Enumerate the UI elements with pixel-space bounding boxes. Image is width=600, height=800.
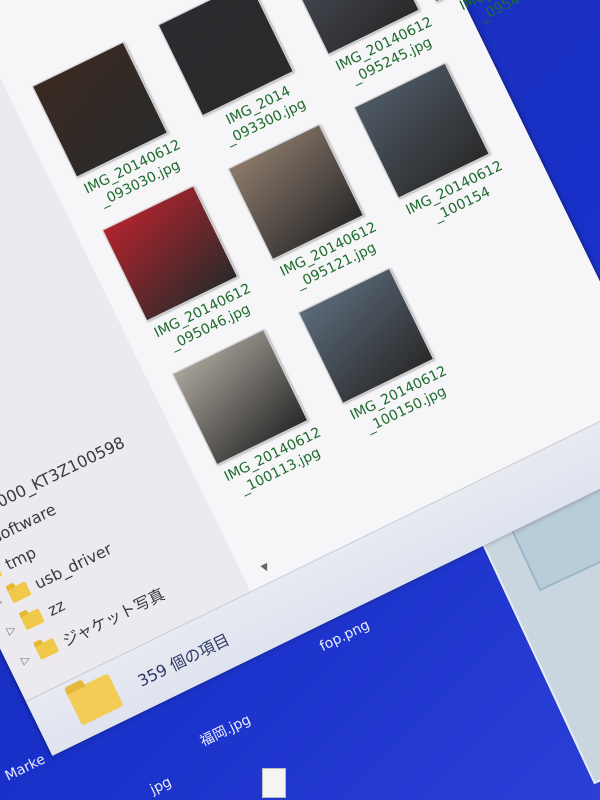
thumbnail-item[interactable]: IMG_20140612 _095046.jpg [97,184,253,353]
tree-item-label: zz [44,595,68,620]
thumbnail-item[interactable]: IMG_20140612 _095121.jpg [223,123,379,292]
folder-icon [34,637,60,660]
desktop-icon-label-fukuoka[interactable]: 福岡.jpg [196,709,254,751]
desktop-icon-label-marke[interactable]: Marke [3,751,48,784]
thumbnail-item[interactable]: IMG_20140612 _093030.jpg [27,40,183,210]
file-icon[interactable] [262,768,286,798]
expand-arrow-icon[interactable]: ▷ [0,594,6,610]
thumbnail-item[interactable]: IMG_20140612 _100154 [349,61,505,225]
desktop-icon-label-jpg[interactable]: jpg [148,774,174,798]
thumbnail-item[interactable]: IMG_2014 _093300.jpg [153,0,309,148]
thumbnail-item[interactable]: IMG_20140612 _100150.jpg [293,266,449,436]
folder-icon [7,581,32,604]
thumbnail-item[interactable]: IMG_20140612 _095245.jpg [279,0,435,87]
thumbnail-item[interactable]: IMG_20140612 _100113.jpg [168,328,324,497]
tree-item-label: tmp [2,542,40,574]
folder-icon [20,608,45,631]
tree-item-label: usb_driver [31,539,115,593]
expand-arrow-icon[interactable]: ▷ [5,621,20,637]
folder-icon [66,673,124,726]
expand-arrow-icon[interactable]: ▷ [19,651,34,666]
scroll-down-arrow-icon[interactable]: ▼ [260,561,272,574]
folder-icon [0,562,3,585]
desktop-icon-label-fop[interactable]: fop.png [317,617,372,655]
